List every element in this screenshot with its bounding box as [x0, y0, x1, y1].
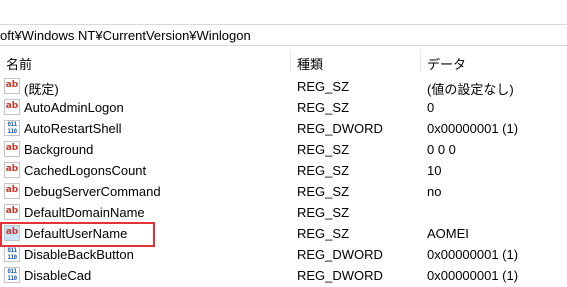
value-name: DisableBackButton [24, 247, 134, 262]
value-type: REG_SZ [297, 226, 350, 241]
value-name: DefaultUserName [24, 226, 128, 241]
list-item[interactable]: ab (既定) REG_SZ (値の設定なし) [0, 76, 567, 97]
binary-value-icon: 011 110 [4, 267, 20, 283]
value-type: REG_DWORD [297, 247, 383, 262]
value-data: 10 [427, 163, 442, 178]
list-item[interactable]: ab Background REG_SZ 0 0 0 [0, 139, 567, 160]
value-name: AutoAdminLogon [24, 100, 124, 115]
value-name: CachedLogonsCount [24, 163, 147, 178]
value-type: REG_SZ [297, 205, 350, 220]
value-name: DefaultDomainName [24, 205, 145, 220]
column-separator[interactable] [420, 50, 421, 72]
value-data: AOMEI [427, 226, 469, 241]
value-type: REG_SZ [297, 163, 350, 178]
column-header: 名前 種類 データ [0, 50, 567, 72]
column-header-name[interactable]: 名前 [6, 54, 32, 73]
value-type: REG_SZ [297, 79, 350, 94]
column-header-data[interactable]: データ [427, 54, 466, 73]
list-item[interactable]: 011 110 DisableBackButton REG_DWORD 0x000… [0, 244, 567, 265]
registry-value-list: ab (既定) REG_SZ (値の設定なし) ab AutoAdminLogo… [0, 76, 567, 286]
string-value-icon: ab [4, 204, 20, 220]
value-type: REG_DWORD [297, 268, 383, 283]
column-separator[interactable] [290, 50, 291, 72]
binary-value-icon: 011 110 [4, 120, 20, 136]
value-data: 0x00000001 (1) [427, 268, 519, 283]
string-value-icon: ab [4, 99, 20, 115]
string-value-icon: ab [4, 162, 20, 178]
top-strip [0, 0, 567, 24]
value-name: DebugServerCommand [24, 184, 161, 199]
string-value-icon: ab [4, 183, 20, 199]
list-item[interactable]: ab DefaultDomainName REG_SZ [0, 202, 567, 223]
value-data: 0 [427, 100, 435, 115]
value-type: REG_SZ [297, 142, 350, 157]
value-data: 0x00000001 (1) [427, 121, 519, 136]
value-data: no [427, 184, 442, 199]
value-name: AutoRestartShell [24, 121, 122, 136]
binary-value-icon: 011 110 [4, 246, 20, 262]
column-header-type[interactable]: 種類 [297, 54, 323, 73]
address-path: oft¥Windows NT¥CurrentVersion¥Winlogon [0, 28, 251, 43]
value-name: (既定) [24, 82, 59, 97]
string-value-icon: ab [4, 78, 20, 94]
value-name: Background [24, 142, 94, 157]
list-item[interactable]: ab CachedLogonsCount REG_SZ 10 [0, 160, 567, 181]
value-data: 0 0 0 [427, 142, 456, 157]
value-type: REG_DWORD [297, 121, 383, 136]
list-item[interactable]: 011 110 AutoRestartShell REG_DWORD 0x0000… [0, 118, 567, 139]
address-bar[interactable]: oft¥Windows NT¥CurrentVersion¥Winlogon [0, 24, 567, 46]
value-data: (値の設定なし) [427, 82, 514, 97]
list-item-selected[interactable]: ab DefaultUserName REG_SZ AOMEI [0, 223, 567, 244]
string-value-icon: ab [4, 141, 20, 157]
list-item[interactable]: 011 110 DisableCad REG_DWORD 0x00000001 (… [0, 265, 567, 286]
string-value-icon: ab [4, 225, 20, 241]
value-type: REG_SZ [297, 184, 350, 199]
list-item[interactable]: ab AutoAdminLogon REG_SZ 0 [0, 97, 567, 118]
value-type: REG_SZ [297, 100, 350, 115]
value-data: 0x00000001 (1) [427, 247, 519, 262]
value-name: DisableCad [24, 268, 92, 283]
list-item[interactable]: ab DebugServerCommand REG_SZ no [0, 181, 567, 202]
